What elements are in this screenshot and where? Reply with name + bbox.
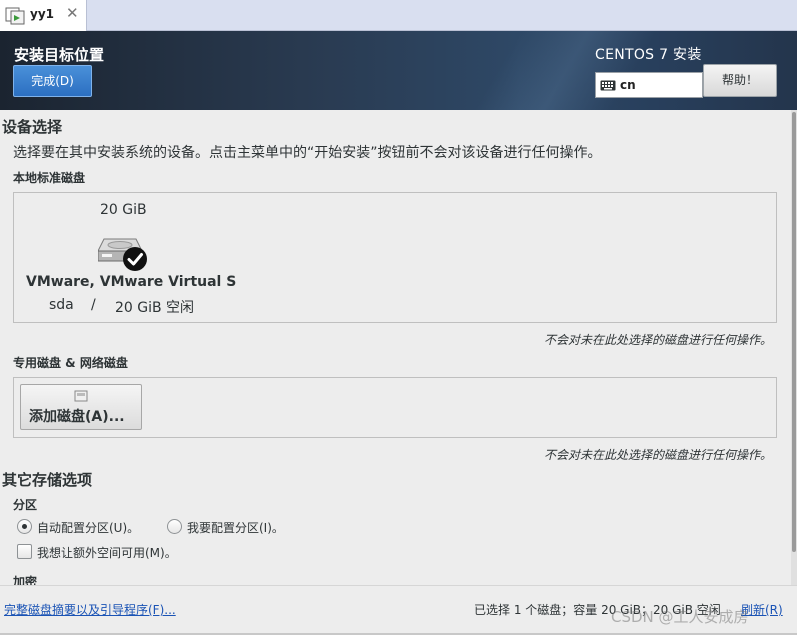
footer-bar: 完整磁盘摘要以及引导程序(F)... 已选择 1 个磁盘；容量 20 GiB；2… [0, 585, 797, 633]
vertical-scrollbar[interactable] [791, 110, 797, 585]
manual-partition-radio[interactable] [167, 519, 182, 534]
selected-check-icon [123, 247, 147, 271]
keyboard-layout-indicator[interactable]: cn [595, 72, 703, 98]
disk-tile[interactable]: 20 GiB VMware, VMware Virtual S sda / 20… [14, 193, 244, 322]
keyboard-icon [600, 80, 616, 91]
done-button[interactable]: 完成(D) [13, 65, 92, 97]
manual-partition-label[interactable]: 我要配置分区(I)。 [187, 519, 284, 536]
local-disks-note: 不会对未在此处选择的磁盘进行任何操作。 [543, 333, 772, 347]
partitioning-heading: 分区 [13, 498, 38, 512]
disk-size: 20 GiB [100, 202, 147, 218]
vm-tab[interactable]: yy1 ✕ [0, 0, 87, 31]
extra-space-checkbox[interactable] [17, 544, 32, 559]
other-storage-heading: 其它存储选项 [2, 471, 93, 489]
network-disks-heading: 专用磁盘 & 网络磁盘 [13, 356, 128, 370]
keyboard-layout-label: cn [620, 78, 636, 92]
product-title: CENTOS 7 安装 [595, 47, 702, 63]
header-decoration [430, 31, 690, 110]
disk-separator: / [91, 297, 96, 313]
disk-free-space: 20 GiB 空闲 [115, 300, 195, 316]
network-disks-panel: 添加磁盘(A)... [13, 377, 777, 438]
auto-partition-label[interactable]: 自动配置分区(U)。 [37, 519, 139, 536]
vm-window-icon [5, 7, 25, 25]
device-selection-heading: 设备选择 [2, 118, 63, 136]
close-icon[interactable]: ✕ [66, 5, 79, 21]
add-disk-button[interactable]: 添加磁盘(A)... [20, 384, 142, 430]
encryption-heading: 加密 [13, 575, 38, 585]
network-disks-note: 不会对未在此处选择的磁盘进行任何操作。 [543, 448, 772, 462]
extra-space-label[interactable]: 我想让额外空间可用(M)。 [37, 544, 177, 561]
local-disks-panel: 20 GiB VMware, VMware Virtual S sda / 20… [13, 192, 777, 323]
disk-device: sda [49, 297, 74, 313]
watermark: CSDN @工人安成房 [611, 608, 749, 626]
disk-name: VMware, VMware Virtual S [26, 274, 237, 290]
vm-tab-strip: yy1 ✕ [0, 0, 797, 31]
installer-header: 安装目标位置 完成(D) CENTOS 7 安装 cn 帮助！ [0, 31, 797, 110]
device-selection-description: 选择要在其中安装系统的设备。点击主菜单中的“开始安装”按钮前不会对该设备进行任何… [13, 145, 602, 161]
main-content: 设备选择 选择要在其中安装系统的设备。点击主菜单中的“开始安装”按钮前不会对该设… [0, 110, 797, 585]
add-disk-label: 添加磁盘(A)... [29, 409, 125, 425]
auto-partition-radio[interactable] [17, 519, 32, 534]
local-disks-heading: 本地标准磁盘 [13, 171, 86, 185]
vm-tab-title: yy1 [30, 7, 54, 21]
scrollbar-thumb[interactable] [792, 112, 796, 552]
add-disk-icon [74, 390, 88, 402]
disk-summary-link[interactable]: 完整磁盘摘要以及引导程序(F)... [4, 601, 176, 618]
help-button[interactable]: 帮助！ [703, 64, 777, 97]
page-title: 安装目标位置 [14, 46, 105, 64]
